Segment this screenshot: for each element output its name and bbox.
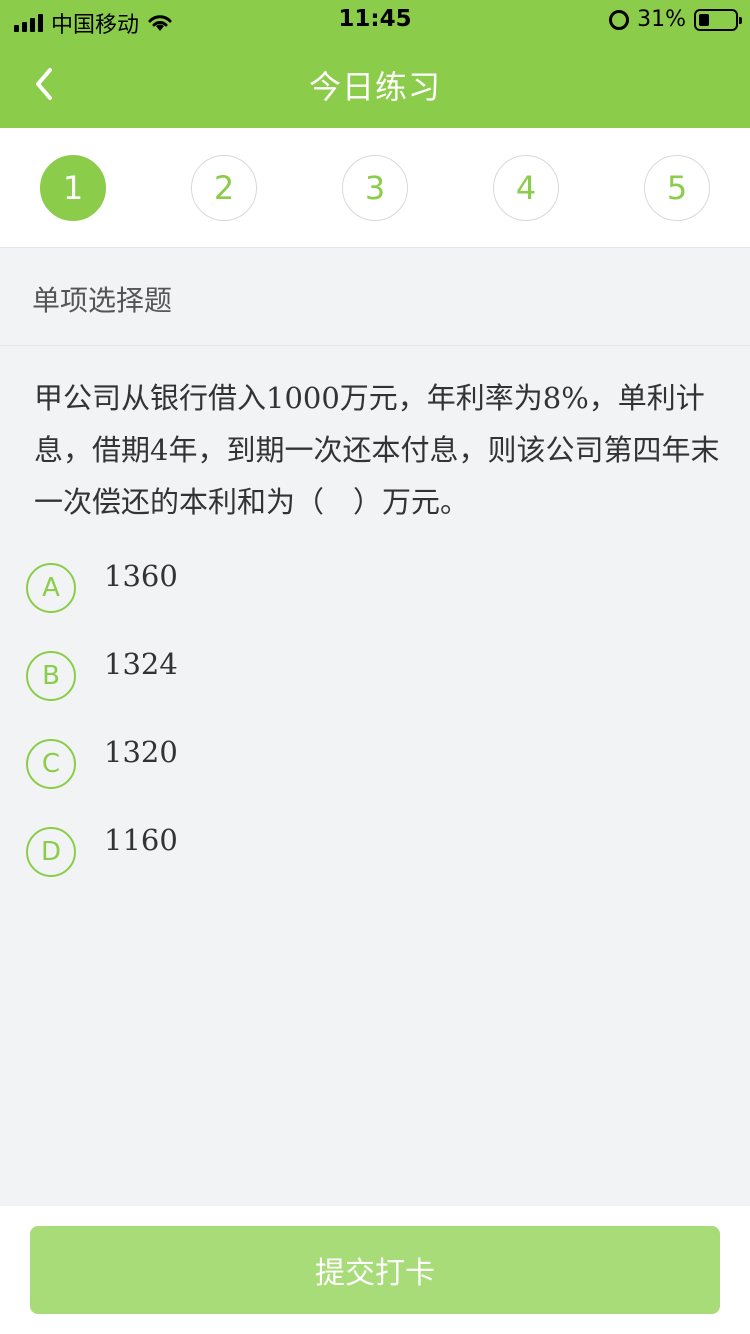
option-b[interactable]: B 1324 <box>26 644 706 701</box>
option-text: 1160 <box>104 823 178 857</box>
battery-percent: 31% <box>637 7 686 32</box>
battery-icon <box>694 8 742 31</box>
question-stepper: 1 2 3 4 5 <box>0 128 750 248</box>
step-3[interactable]: 3 <box>342 155 408 221</box>
option-letter: D <box>26 827 76 877</box>
step-5[interactable]: 5 <box>644 155 710 221</box>
option-c[interactable]: C 1320 <box>26 732 706 789</box>
option-letter: A <box>26 563 76 613</box>
option-letter: B <box>26 651 76 701</box>
step-4[interactable]: 4 <box>493 155 559 221</box>
submit-checkin-button[interactable]: 提交打卡 <box>30 1226 720 1314</box>
alarm-icon <box>609 9 630 30</box>
question-text: 甲公司从银行借入1000万元，年利率为8%，单利计息，借期4年，到期一次还本付息… <box>34 381 720 519</box>
option-text: 1320 <box>104 735 178 769</box>
option-a[interactable]: A 1360 <box>26 556 706 613</box>
top-bar: 中国移动 11:45 31% 今日练习 <box>0 0 750 128</box>
option-text: 1324 <box>104 647 178 681</box>
footer-bar: 提交打卡 <box>0 1206 750 1334</box>
page-title: 今日练习 <box>308 68 441 106</box>
option-letter: C <box>26 739 76 789</box>
question-type: 单项选择题 <box>0 248 750 346</box>
option-d[interactable]: D 1160 <box>26 820 706 877</box>
status-bar: 中国移动 11:45 31% <box>0 0 750 40</box>
step-2[interactable]: 2 <box>191 155 257 221</box>
option-text: 1360 <box>104 559 178 593</box>
step-1[interactable]: 1 <box>40 155 106 221</box>
